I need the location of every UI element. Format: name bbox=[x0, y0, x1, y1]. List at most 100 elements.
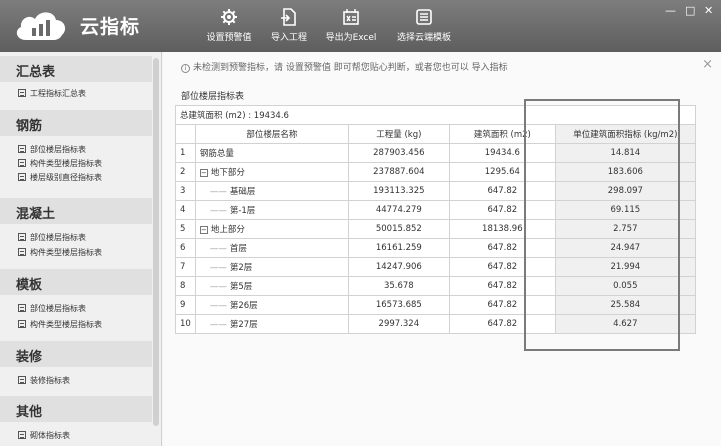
document-icon bbox=[18, 431, 26, 439]
maximize-icon[interactable]: □ bbox=[685, 4, 695, 17]
minimize-icon[interactable]: — bbox=[665, 4, 676, 17]
row-name: 地上部分 bbox=[210, 225, 245, 235]
section-formwork[interactable]: 模板 bbox=[0, 269, 152, 295]
row-name-cell: —— 第5层 bbox=[194, 276, 349, 296]
tree-line-icon: —— bbox=[209, 282, 227, 292]
sidebar-item-rebar-floor[interactable]: 部位楼层指标表 bbox=[18, 144, 86, 155]
row-quantity: 287903.456 bbox=[347, 143, 450, 163]
row-name-cell: 钢筋总量 bbox=[194, 143, 349, 163]
sidebar-item-concrete-component[interactable]: 构件类型楼层指标表 bbox=[18, 247, 102, 258]
notice-text: 未检测到预警指标，请 设置预警值 即可帮您贴心判断，或者您也可以 导入指标 bbox=[193, 63, 508, 73]
app-title: 云指标 bbox=[80, 16, 141, 38]
sidebar-item-formwork-component[interactable]: 构件类型楼层指标表 bbox=[18, 319, 102, 330]
close-notice-icon[interactable]: × bbox=[702, 57, 713, 72]
row-name-cell: − 地下部分 bbox=[194, 162, 349, 182]
export-excel-label: 导出为Excel bbox=[325, 33, 377, 43]
sidebar-item-concrete-floor[interactable]: 部位楼层指标表 bbox=[18, 232, 86, 243]
row-name-cell: − 地上部分 bbox=[194, 219, 349, 239]
section-rebar[interactable]: 钢筋 bbox=[0, 110, 152, 136]
import-project-button[interactable]: 导入工程 bbox=[264, 8, 314, 48]
collapse-toggle-icon[interactable]: − bbox=[199, 169, 208, 177]
row-name-cell: —— 第27层 bbox=[194, 314, 349, 334]
row-name: 第27层 bbox=[229, 320, 258, 330]
row-index: 9 bbox=[175, 295, 196, 315]
row-index: 10 bbox=[175, 314, 196, 334]
row-index: 4 bbox=[175, 200, 196, 220]
col-header-qty[interactable]: 工程量 (kg) bbox=[347, 124, 450, 144]
sidebar-item-rebar-diameter[interactable]: 楼层级别直径指标表 bbox=[18, 172, 102, 183]
section-summary[interactable]: 汇总表 bbox=[0, 56, 152, 82]
section-decoration[interactable]: 装修 bbox=[0, 341, 152, 367]
row-name-cell: —— 第-1层 bbox=[194, 200, 349, 220]
row-name: 第26层 bbox=[229, 301, 258, 311]
row-quantity: 237887.604 bbox=[347, 162, 450, 182]
sidebar: 汇总表 工程指标汇总表 钢筋 部位楼层指标表 构件类型楼层指标表 楼层级别直径指… bbox=[0, 52, 162, 446]
row-name: 第2层 bbox=[229, 263, 253, 273]
row-quantity: 16573.685 bbox=[347, 295, 450, 315]
sidebar-item-project-summary[interactable]: 工程指标汇总表 bbox=[18, 88, 86, 99]
sidebar-item-decoration[interactable]: 装修指标表 bbox=[18, 375, 70, 386]
close-window-icon[interactable]: ✕ bbox=[704, 4, 713, 17]
sidebar-item-rebar-component[interactable]: 构件类型楼层指标表 bbox=[18, 158, 102, 169]
col-header-name[interactable]: 部位楼层名称 bbox=[194, 124, 349, 144]
row-quantity: 16161.259 bbox=[347, 238, 450, 258]
highlight-frame bbox=[524, 99, 680, 351]
row-quantity: 14247.906 bbox=[347, 257, 450, 277]
row-name: 钢筋总量 bbox=[199, 149, 234, 159]
document-icon bbox=[18, 89, 26, 97]
tree-line-icon: —— bbox=[209, 263, 227, 273]
row-quantity: 44774.279 bbox=[347, 200, 450, 220]
row-index: 3 bbox=[175, 181, 196, 201]
sidebar-scrollbar[interactable] bbox=[153, 58, 159, 426]
collapse-toggle-icon[interactable]: − bbox=[199, 226, 208, 234]
set-warning-label: 设置预警值 bbox=[206, 33, 252, 43]
row-name: 首层 bbox=[229, 244, 247, 254]
document-icon bbox=[18, 159, 26, 167]
section-concrete[interactable]: 混凝土 bbox=[0, 198, 152, 224]
cloud-chart-logo-icon bbox=[16, 12, 66, 40]
table-title: 部位楼层指标表 bbox=[181, 92, 245, 102]
document-icon bbox=[18, 145, 26, 153]
row-quantity: 2997.324 bbox=[347, 314, 450, 334]
tree-line-icon: —— bbox=[209, 187, 227, 197]
row-name: 基础层 bbox=[229, 187, 256, 197]
tree-line-icon: —— bbox=[209, 206, 227, 216]
import-project-label: 导入工程 bbox=[270, 33, 307, 43]
row-quantity: 50015.852 bbox=[347, 219, 450, 239]
sidebar-item-formwork-floor[interactable]: 部位楼层指标表 bbox=[18, 303, 86, 314]
document-icon bbox=[18, 173, 26, 181]
row-index: 2 bbox=[175, 162, 196, 182]
warning-notice: i 未检测到预警指标，请 设置预警值 即可帮您贴心判断，或者您也可以 导入指标 bbox=[181, 60, 508, 73]
row-name-cell: —— 首层 bbox=[194, 238, 349, 258]
tree-line-icon: —— bbox=[209, 301, 227, 311]
set-warning-button[interactable]: 设置预警值 bbox=[200, 8, 258, 48]
row-name-cell: —— 基础层 bbox=[194, 181, 349, 201]
document-icon bbox=[18, 320, 26, 328]
document-icon bbox=[18, 376, 26, 384]
info-icon: i bbox=[181, 64, 190, 73]
template-icon bbox=[416, 9, 432, 25]
row-index: 8 bbox=[175, 276, 196, 296]
select-template-label: 选择云端模板 bbox=[396, 33, 451, 43]
sidebar-item-masonry[interactable]: 砌体指标表 bbox=[18, 430, 70, 441]
gear-icon bbox=[221, 9, 237, 25]
tree-line-icon: —— bbox=[209, 244, 227, 254]
section-other[interactable]: 其他 bbox=[0, 396, 152, 422]
row-quantity: 193113.325 bbox=[347, 181, 450, 201]
document-icon bbox=[18, 304, 26, 312]
title-bar: 云指标 设置预警值 导入工程 导出为Excel 选择云端模板 — □ ✕ bbox=[0, 0, 721, 52]
row-index: 5 bbox=[175, 219, 196, 239]
row-name: 第5层 bbox=[229, 282, 253, 292]
export-excel-button[interactable]: 导出为Excel bbox=[320, 8, 382, 48]
import-icon bbox=[281, 8, 296, 26]
row-name: 第-1层 bbox=[229, 206, 256, 216]
tree-line-icon: —— bbox=[209, 320, 227, 330]
row-index: 1 bbox=[175, 143, 196, 163]
row-name-cell: —— 第26层 bbox=[194, 295, 349, 315]
document-icon bbox=[18, 233, 26, 241]
row-index: 6 bbox=[175, 238, 196, 258]
row-name: 地下部分 bbox=[210, 168, 245, 178]
main-panel: i 未检测到预警指标，请 设置预警值 即可帮您贴心判断，或者您也可以 导入指标 ×… bbox=[163, 52, 721, 446]
select-template-button[interactable]: 选择云端模板 bbox=[390, 8, 458, 48]
document-icon bbox=[18, 248, 26, 256]
